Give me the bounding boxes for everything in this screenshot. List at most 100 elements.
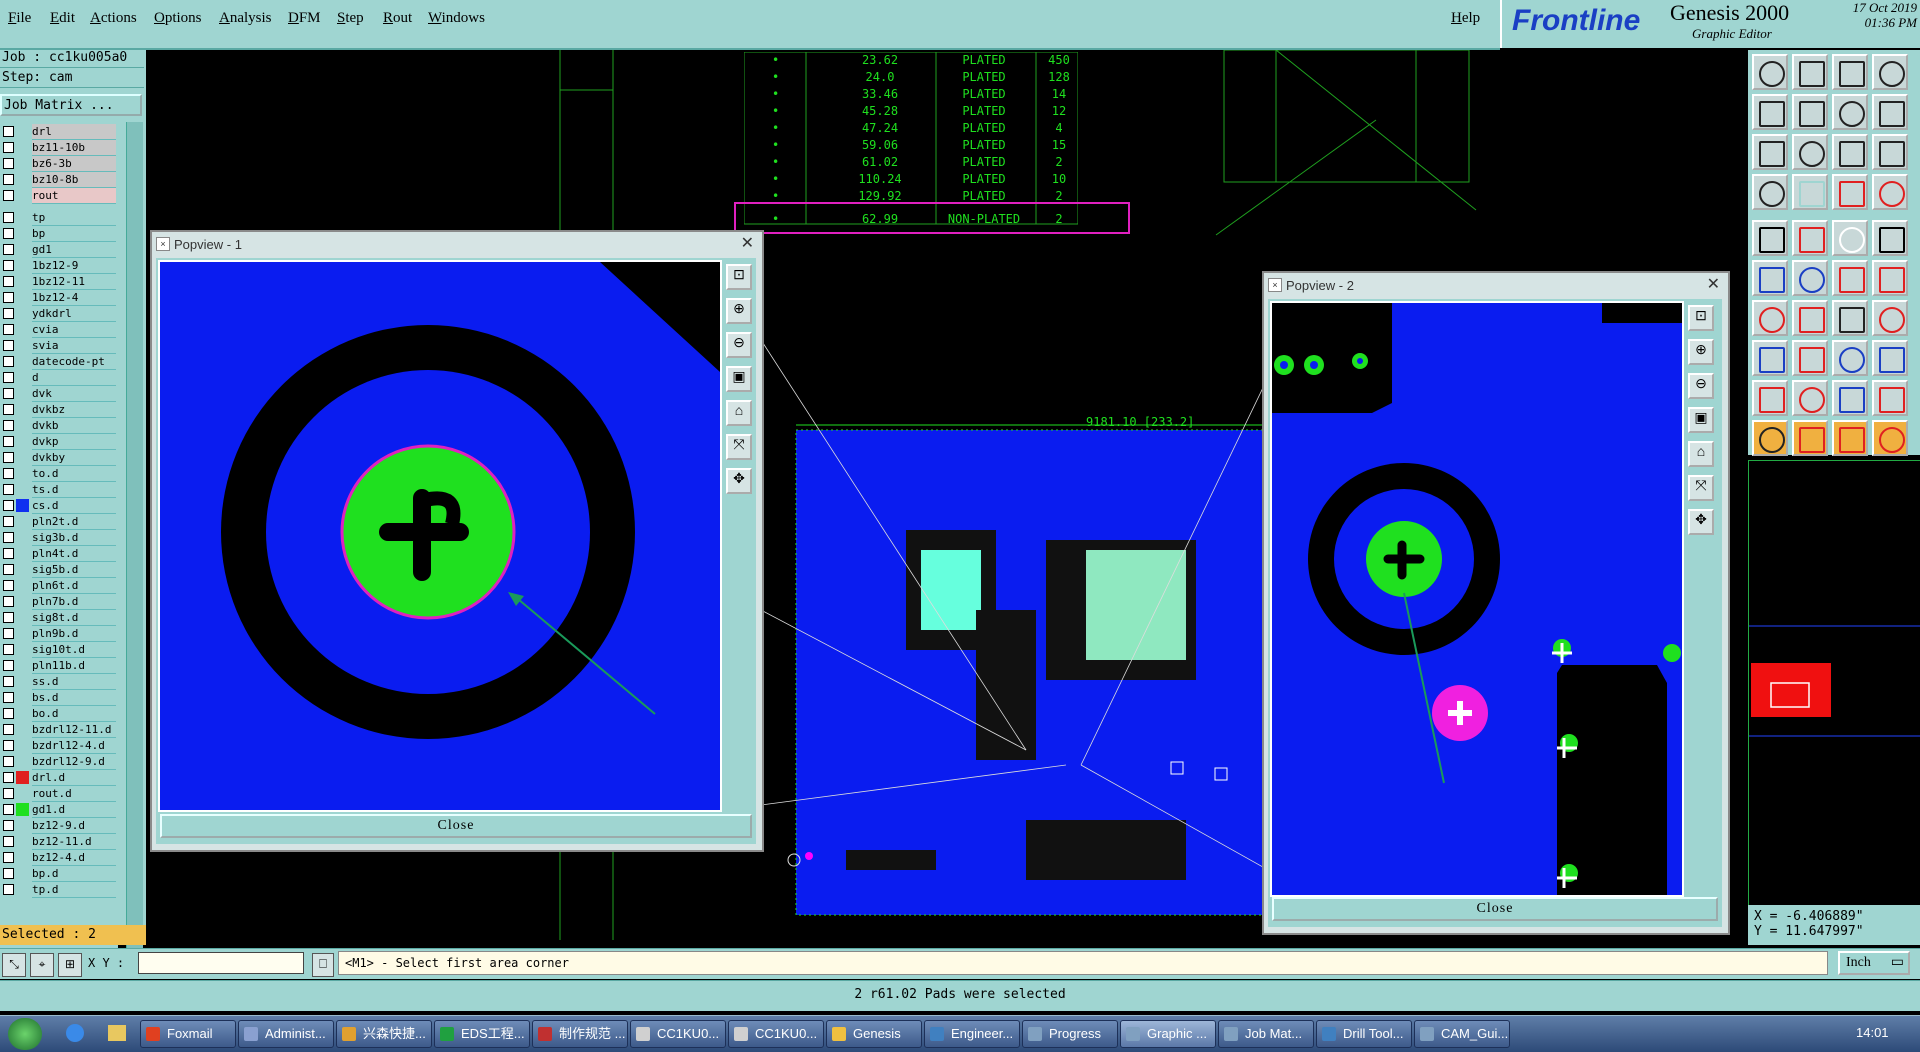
- layer-checkbox[interactable]: [3, 708, 14, 719]
- layer-row[interactable]: bz12-9.d: [0, 818, 118, 834]
- taskbar-item[interactable]: Drill Tool...: [1316, 1020, 1412, 1048]
- layer-row[interactable]: dvkbz: [0, 402, 118, 418]
- popview-1-viewport[interactable]: [158, 260, 722, 812]
- layer-checkbox[interactable]: [3, 772, 14, 783]
- zoom-area-icon[interactable]: ▣: [1688, 407, 1714, 433]
- menu-actions[interactable]: Actions: [90, 10, 137, 27]
- layer-row[interactable]: datecode-pt: [0, 354, 118, 370]
- layer-checkbox[interactable]: [3, 516, 14, 527]
- taskbar-item[interactable]: Genesis: [826, 1020, 922, 1048]
- layer-checkbox[interactable]: [3, 660, 14, 671]
- layer-row[interactable]: gd1.d: [0, 802, 118, 818]
- layer-row[interactable]: to.d: [0, 466, 118, 482]
- pointer-b-icon[interactable]: [1832, 420, 1868, 456]
- save-icon[interactable]: [1792, 54, 1828, 90]
- layer-checkbox[interactable]: [3, 404, 14, 415]
- menu-rout[interactable]: Rout: [383, 10, 412, 27]
- scale-icon[interactable]: [1832, 134, 1868, 170]
- layer-row[interactable]: cvia: [0, 322, 118, 338]
- layer-checkbox[interactable]: [3, 308, 14, 319]
- layer-row[interactable]: d: [0, 370, 118, 386]
- layer-checkbox[interactable]: [3, 372, 14, 383]
- layer-checkbox[interactable]: [3, 260, 14, 271]
- layer-row[interactable]: sig3b.d: [0, 530, 118, 546]
- layer-checkbox[interactable]: [3, 244, 14, 255]
- layer-row[interactable]: bp.d: [0, 866, 118, 882]
- layer-checkbox[interactable]: [3, 612, 14, 623]
- layer-row[interactable]: ts.d: [0, 482, 118, 498]
- taskbar-item[interactable]: 兴森快捷...: [336, 1020, 432, 1048]
- layer-row[interactable]: ydkdrl: [0, 306, 118, 322]
- layer-checkbox[interactable]: [3, 644, 14, 655]
- taskbar-item[interactable]: Foxmail: [140, 1020, 236, 1048]
- layer-checkbox[interactable]: [3, 340, 14, 351]
- close-icon[interactable]: ✕: [1707, 274, 1720, 294]
- settings-icon[interactable]: [1752, 174, 1788, 210]
- redo-icon[interactable]: [1792, 94, 1828, 130]
- triangle-icon[interactable]: [1752, 380, 1788, 416]
- layer-checkbox[interactable]: [3, 356, 14, 367]
- layer-row[interactable]: 1bz12-4: [0, 290, 118, 306]
- layer-row[interactable]: rout.d: [0, 786, 118, 802]
- layer-row[interactable]: bzdrl12-4.d: [0, 738, 118, 754]
- triangle-c-icon[interactable]: [1872, 380, 1908, 416]
- taskbar-item[interactable]: CC1KU0...: [630, 1020, 726, 1048]
- layer-checkbox[interactable]: [3, 548, 14, 559]
- layer-row[interactable]: sig10t.d: [0, 642, 118, 658]
- taskbar-item[interactable]: Engineer...: [924, 1020, 1020, 1048]
- layer-row[interactable]: pln11b.d: [0, 658, 118, 674]
- draw-icon[interactable]: [1792, 220, 1828, 256]
- layer-checkbox[interactable]: [3, 804, 14, 815]
- pan-icon[interactable]: ✥: [726, 468, 752, 494]
- cross-icon[interactable]: [1792, 260, 1828, 296]
- zoom-home-icon[interactable]: ⌂: [1688, 441, 1714, 467]
- job-matrix-button[interactable]: Job Matrix ...: [0, 94, 142, 116]
- step-icon[interactable]: [1832, 94, 1868, 130]
- layer-checkbox[interactable]: [3, 500, 14, 511]
- stretch-icon[interactable]: [1872, 94, 1908, 130]
- folder-icon[interactable]: [108, 1025, 126, 1041]
- pan-icon[interactable]: ✥: [1688, 509, 1714, 535]
- zoom-fit-icon[interactable]: ⊡: [1688, 305, 1714, 331]
- snap-icon[interactable]: [1832, 174, 1868, 210]
- taskbar-item[interactable]: EDS工程...: [434, 1020, 530, 1048]
- layer-row[interactable]: sig5b.d: [0, 562, 118, 578]
- layer-checkbox[interactable]: [3, 484, 14, 495]
- menu-dfm[interactable]: DFM: [288, 10, 321, 27]
- taskbar-item[interactable]: CAM_Gui...: [1414, 1020, 1510, 1048]
- menu-step[interactable]: Step: [337, 10, 364, 27]
- layer-checkbox[interactable]: [3, 836, 14, 847]
- help-icon[interactable]: [1872, 134, 1908, 170]
- layer-row[interactable]: rout: [0, 188, 118, 204]
- layer-checkbox[interactable]: [3, 628, 14, 639]
- layer-checkbox[interactable]: [3, 756, 14, 767]
- layer-row[interactable]: ss.d: [0, 674, 118, 690]
- arc-icon[interactable]: [1752, 300, 1788, 336]
- layer-checkbox[interactable]: [3, 596, 14, 607]
- layer-row[interactable]: pln7b.d: [0, 594, 118, 610]
- popview-2-close-button[interactable]: Close: [1272, 897, 1718, 921]
- taskbar-item[interactable]: 制作规范 ...: [532, 1020, 628, 1048]
- snap-alt-icon[interactable]: [1872, 174, 1908, 210]
- layer-row[interactable]: tp.d: [0, 882, 118, 898]
- popview-2-titlebar[interactable]: × Popview - 2 ✕: [1264, 273, 1728, 297]
- zoom-area-icon[interactable]: ▣: [726, 366, 752, 392]
- taskbar-item[interactable]: Progress: [1022, 1020, 1118, 1048]
- layer-checkbox[interactable]: [3, 564, 14, 575]
- layer-row[interactable]: dvk: [0, 386, 118, 402]
- layer-checkbox[interactable]: [3, 820, 14, 831]
- zoom-extents-icon[interactable]: ⤧: [726, 434, 752, 460]
- fit-icon[interactable]: [1752, 134, 1788, 170]
- layer-checkbox[interactable]: [3, 158, 14, 169]
- pointer-alt-icon[interactable]: [1792, 420, 1828, 456]
- layer-row[interactable]: pln4t.d: [0, 546, 118, 562]
- layer-row[interactable]: pln2t.d: [0, 514, 118, 530]
- layer-checkbox[interactable]: [3, 452, 14, 463]
- layer-row[interactable]: 1bz12-11: [0, 274, 118, 290]
- layer-row[interactable]: gd1: [0, 242, 118, 258]
- layer-checkbox[interactable]: [3, 868, 14, 879]
- taskbar-item[interactable]: CC1KU0...: [728, 1020, 824, 1048]
- pointer-icon[interactable]: [1752, 420, 1788, 456]
- zoom-fit-icon[interactable]: ⊡: [726, 264, 752, 290]
- copy-pad-icon[interactable]: [1872, 340, 1908, 376]
